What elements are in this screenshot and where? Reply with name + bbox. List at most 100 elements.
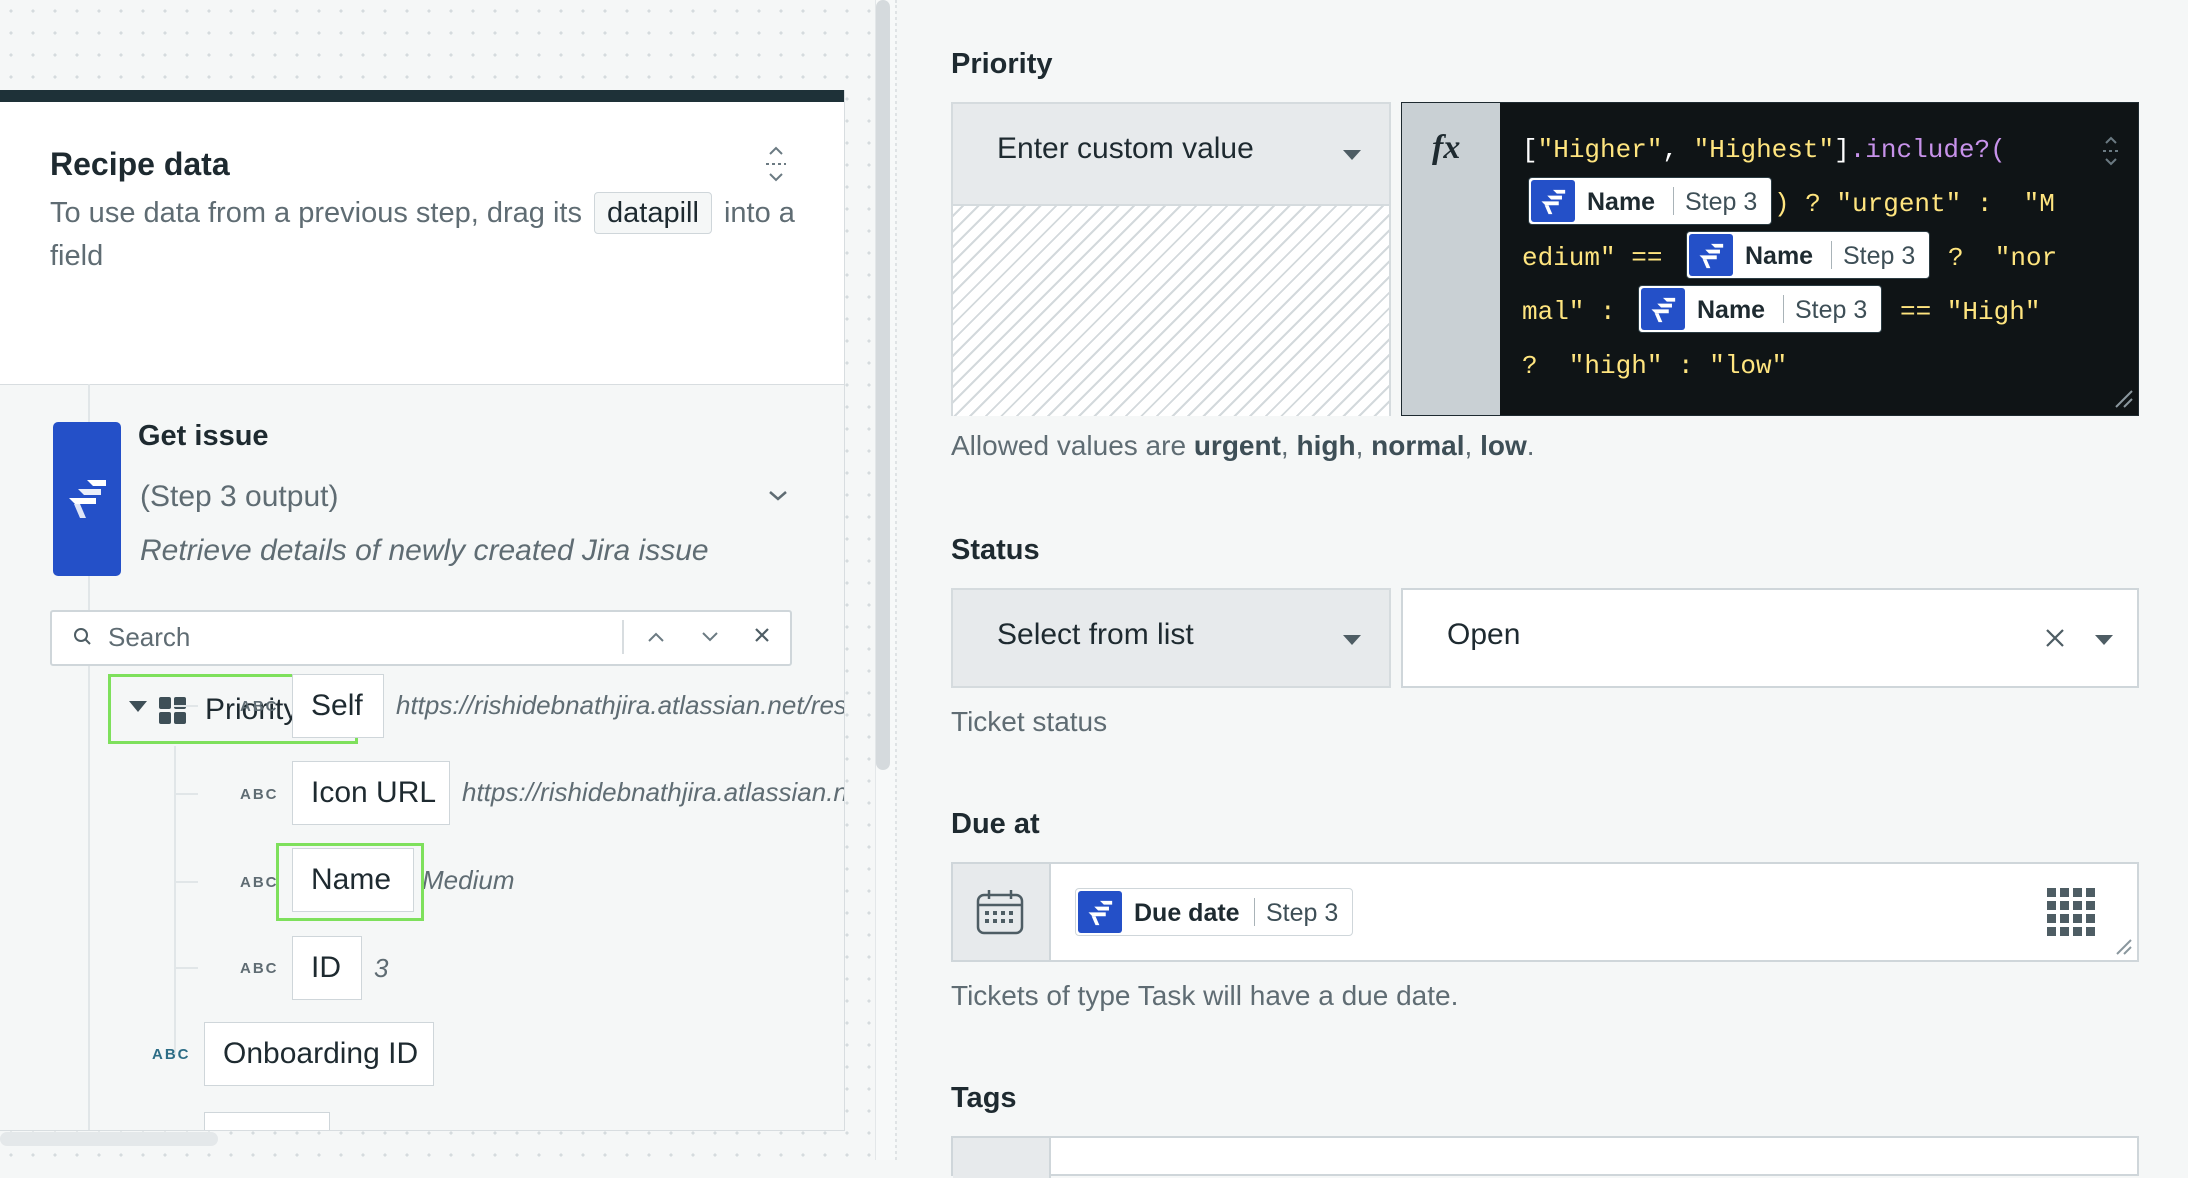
tags-input[interactable] xyxy=(951,1136,2139,1178)
chevron-down-icon[interactable] xyxy=(766,480,790,511)
code-token: [ xyxy=(1522,135,1538,165)
string-type-icon: ABC xyxy=(240,698,279,715)
datapill-name-step3[interactable]: Name Step 3 xyxy=(1528,177,1772,225)
tree-branch xyxy=(174,967,198,969)
close-icon[interactable] xyxy=(742,620,782,656)
formula-line: == "High" xyxy=(1900,297,2041,327)
formula-line: ["Higher", "Highest"].include?( xyxy=(1522,135,2006,165)
dropdown-caret-icon[interactable] xyxy=(2095,635,2113,645)
datapill-chip: datapill xyxy=(594,192,712,234)
resize-handle-icon[interactable] xyxy=(2114,389,2134,414)
priority-mode-label: Enter custom value xyxy=(997,132,1254,165)
step-output-label: (Step 3 output) xyxy=(140,480,339,513)
priority-field-label: Priority xyxy=(951,48,1053,80)
expand-collapse-icon[interactable] xyxy=(758,144,794,184)
code-token: "Highest" xyxy=(1693,135,1835,165)
jira-logo-icon xyxy=(1531,180,1575,222)
disabled-area xyxy=(953,204,1389,416)
search-divider xyxy=(622,620,624,654)
formula-line: edium" == xyxy=(1522,243,1663,273)
jira-logo-icon xyxy=(1689,234,1733,276)
hint-text: Allowed values are xyxy=(951,430,1194,461)
datapill-step-label: Step 3 xyxy=(1843,242,1916,270)
panel-horizontal-scrollbar[interactable] xyxy=(0,1132,218,1146)
priority-formula-editor[interactable]: fx ["Higher", "Highest"].include?( Name … xyxy=(1401,102,2139,416)
due-date-input[interactable]: Due date Step 3 xyxy=(951,862,2139,962)
string-type-icon: ABC xyxy=(240,874,279,891)
canvas-scrollbar-thumb[interactable] xyxy=(876,0,890,770)
description-text: To use data from a previous step, drag i… xyxy=(50,197,582,229)
recipe-data-header: Recipe data To use data from a previous … xyxy=(0,102,844,385)
code-token: ] xyxy=(1834,135,1850,165)
datapill-separator xyxy=(1673,187,1674,215)
object-grid-icon xyxy=(159,697,187,725)
tree-branch xyxy=(174,793,198,795)
allowed-value: high xyxy=(1296,430,1356,461)
hint-end: . xyxy=(1526,430,1535,461)
datapill-sample-value: https://rishidebnathjira.atlassian.n xyxy=(462,777,845,807)
tree-branch xyxy=(174,705,198,707)
status-value-select[interactable]: Open xyxy=(1401,588,2139,688)
dropdown-caret-icon xyxy=(1343,150,1361,160)
expand-collapse-icon[interactable] xyxy=(2098,135,2124,172)
code-token: .include?( xyxy=(1849,135,2006,165)
datapill-self[interactable]: Self xyxy=(292,674,384,738)
datapill-id[interactable]: ID xyxy=(292,936,362,1000)
fx-icon: fx xyxy=(1432,129,1461,166)
datapill-due-date-step3[interactable]: Due date Step 3 xyxy=(1075,888,1353,936)
jira-logo-icon xyxy=(1641,288,1685,330)
due-field-label: Due at xyxy=(951,808,1040,840)
dropdown-caret-icon xyxy=(1343,635,1361,645)
due-hint: Tickets of type Task will have a due dat… xyxy=(951,980,1459,1011)
step-title[interactable]: Get issue xyxy=(138,420,269,453)
datapill-name-label: Name xyxy=(1745,242,1814,270)
datapill-separator xyxy=(1254,898,1255,926)
formula-line: mal" : xyxy=(1522,297,1616,327)
datapill-step-label: Step 3 xyxy=(1266,899,1339,927)
datapill-name-step3[interactable]: Name Step 3 xyxy=(1638,285,1882,333)
recipe-data-panel: Recipe data To use data from a previous … xyxy=(0,90,845,1131)
recipe-data-description: To use data from a previous step, drag i… xyxy=(50,192,810,278)
datapill-step-label: Step 3 xyxy=(1795,296,1868,324)
allowed-value: low xyxy=(1480,430,1527,461)
datapill-sample-value: 3 xyxy=(374,953,389,983)
status-hint: Ticket status xyxy=(951,706,1108,737)
grid-dots-icon[interactable] xyxy=(2047,888,2097,938)
chevron-up-icon[interactable] xyxy=(636,620,676,656)
formula-line: ) ? "urgent" : "M xyxy=(1774,189,2055,219)
code-token: "Higher" xyxy=(1537,135,1663,165)
step-description: Retrieve details of newly created Jira i… xyxy=(140,534,709,567)
date-picker-button[interactable] xyxy=(953,864,1051,960)
tags-mode-button[interactable] xyxy=(953,1138,1051,1178)
datapill-sample-value: Medium xyxy=(422,865,515,895)
datapill-separator xyxy=(1831,241,1832,269)
search-input[interactable] xyxy=(108,616,648,658)
status-mode-label: Select from list xyxy=(997,618,1194,651)
string-type-icon: ABC xyxy=(240,786,279,803)
tree-branch xyxy=(174,881,198,883)
datapill-onboarding-id[interactable]: Onboarding ID xyxy=(204,1022,434,1086)
formula-mode-indicator: fx xyxy=(1402,103,1500,415)
status-field-label: Status xyxy=(951,534,1040,566)
hint-sep: , xyxy=(1355,430,1372,461)
code-token: , xyxy=(1662,135,1694,165)
tags-field-label: Tags xyxy=(951,1082,1017,1114)
caret-down-icon[interactable] xyxy=(129,701,147,712)
hint-sep: , xyxy=(1280,430,1297,461)
priority-mode-select[interactable]: Enter custom value xyxy=(953,104,1389,204)
status-mode-select[interactable]: Select from list xyxy=(951,588,1391,688)
datapill-sample-value: https://rishidebnathjira.atlassian.net/r… xyxy=(396,690,845,720)
formula-line: ? "nor xyxy=(1948,243,2058,273)
datapill-next-partial[interactable] xyxy=(204,1112,330,1130)
datapill-name-label: Name xyxy=(1587,188,1656,216)
datapill-icon-url[interactable]: Icon URL xyxy=(292,761,450,825)
close-icon[interactable] xyxy=(2041,612,2069,660)
name-pill-highlight xyxy=(276,843,424,921)
chevron-down-icon[interactable] xyxy=(690,620,730,656)
jira-logo-icon xyxy=(53,422,121,576)
resize-handle-icon[interactable] xyxy=(2115,938,2133,961)
string-type-icon: ABC xyxy=(240,960,279,977)
datapill-name-step3[interactable]: Name Step 3 xyxy=(1686,231,1930,279)
datapill-name-label: Name xyxy=(1697,296,1766,324)
hint-sep: , xyxy=(1464,430,1481,461)
